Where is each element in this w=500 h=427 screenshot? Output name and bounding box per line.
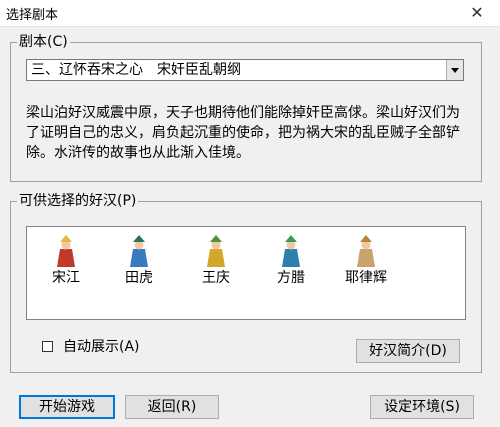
script-select-value: 三、辽怀吞宋之心 宋奸臣乱朝纲 [31, 62, 241, 78]
script-select[interactable]: 三、辽怀吞宋之心 宋奸臣乱朝纲 [26, 59, 464, 81]
script-group-label: 剧本(C) [17, 33, 70, 51]
script-description: 梁山泊好汉威震中原，天子也期待他们能除掉奸臣高俅。梁山好汉们为了证明自己的忠义，… [26, 105, 460, 161]
hero-name: 方腊 [277, 270, 305, 286]
window-title: 选择剧本 [6, 8, 59, 23]
auto-show-label: 自动展示(A) [63, 339, 140, 355]
hero-sprite-icon [207, 235, 225, 267]
hero-intro-button[interactable]: 好汉简介(D) [356, 339, 460, 363]
hero-sprite-icon [357, 235, 375, 267]
title-bar: 选择剧本 ✕ [0, 0, 500, 27]
heroes-list[interactable]: 宋江 田虎 王庆 方腊 耶律辉 [26, 226, 466, 320]
hero-name: 耶律辉 [345, 270, 387, 286]
chevron-down-icon[interactable] [446, 60, 463, 80]
back-button[interactable]: 返回(R) [125, 395, 219, 419]
checkbox-box[interactable] [42, 341, 53, 352]
hero-item[interactable]: 宋江 [30, 231, 102, 313]
hero-sprite-icon [130, 235, 148, 267]
start-game-button[interactable]: 开始游戏 [19, 395, 115, 419]
close-icon[interactable]: ✕ [454, 0, 500, 26]
settings-button[interactable]: 设定环境(S) [370, 395, 474, 419]
heroes-group-label: 可供选择的好汉(P) [17, 192, 139, 210]
hero-name: 王庆 [202, 270, 230, 286]
hero-item[interactable]: 耶律辉 [330, 231, 402, 313]
hero-item[interactable]: 田虎 [103, 231, 175, 313]
hero-item[interactable]: 王庆 [180, 231, 252, 313]
hero-item[interactable]: 方腊 [255, 231, 327, 313]
hero-name: 田虎 [125, 270, 153, 286]
hero-sprite-icon [282, 235, 300, 267]
hero-sprite-icon [57, 235, 75, 267]
hero-name: 宋江 [52, 270, 80, 286]
